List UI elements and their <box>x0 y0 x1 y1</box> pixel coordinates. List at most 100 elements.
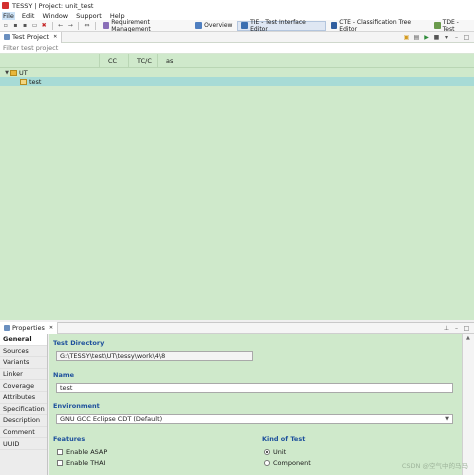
column-as[interactable]: as <box>158 54 187 67</box>
delete-icon[interactable]: ✖ <box>40 22 48 30</box>
cte-icon <box>330 22 338 29</box>
option-label: Component <box>273 459 311 467</box>
environment-select[interactable]: GNU GCC Eclipse CDT (Default) ▼ <box>56 414 453 424</box>
filter-input[interactable] <box>0 43 474 53</box>
menu-window[interactable]: Window <box>41 12 69 20</box>
tab-label: Test Project <box>12 33 50 41</box>
enable-asap-checkbox[interactable] <box>57 449 63 455</box>
toolbar-separator <box>94 21 96 30</box>
link-icon[interactable]: ⇔ <box>83 22 91 30</box>
maximize-icon[interactable]: □ <box>463 325 470 332</box>
properties-tools: ⊥ – □ <box>443 325 474 332</box>
properties-view-header: Properties ✕ ⊥ – □ <box>0 322 474 334</box>
new-folder-icon[interactable]: ▣ <box>403 34 410 41</box>
menu-file[interactable]: File <box>2 11 15 20</box>
sidebar-item-uuid[interactable]: UUID <box>0 438 47 450</box>
toolbar-separator <box>78 21 80 30</box>
perspective-overview[interactable]: Overview <box>192 21 235 31</box>
test-project-icon <box>4 34 10 40</box>
pin-icon[interactable]: ⊥ <box>443 325 450 332</box>
menu-support[interactable]: Support <box>75 12 103 20</box>
column-tcc[interactable]: TC/C <box>129 54 158 67</box>
tree-header: CC TC/C as <box>0 54 474 68</box>
print-icon[interactable]: ▭ <box>31 22 39 30</box>
import-icon[interactable]: ▤ <box>413 34 420 41</box>
features-heading: Features <box>53 435 86 443</box>
close-icon[interactable]: ✕ <box>53 34 57 40</box>
sidebar-item-coverage[interactable]: Coverage <box>0 380 47 392</box>
tree-row-ut[interactable]: ▼ UT <box>0 68 474 77</box>
tessy-app-icon <box>2 2 9 9</box>
tree-item-label: test <box>29 77 42 86</box>
properties-scrollbar[interactable]: ▲ <box>462 334 474 475</box>
perspective-requirement-management[interactable]: Requirement Management <box>100 18 191 33</box>
main-toolbar: ▫ ▪ ▪ ▭ ✖ ← → ⇔ Requirement Management O… <box>0 18 474 33</box>
close-icon[interactable]: ✕ <box>49 325 53 331</box>
properties-sidebar: General Sources Variants Linker Coverage… <box>0 334 48 475</box>
run-icon[interactable]: ▶ <box>423 34 430 41</box>
minimize-icon[interactable]: – <box>453 34 460 41</box>
folder-icon <box>10 69 17 76</box>
perspective-label: TIE - Test Interface Editor <box>250 18 306 33</box>
sidebar-item-description[interactable]: Description <box>0 415 47 427</box>
perspective-tie[interactable]: TIE - Test Interface Editor <box>237 18 326 33</box>
save-icon[interactable]: ▪ <box>12 22 20 30</box>
sidebar-item-specification[interactable]: Specification <box>0 404 47 416</box>
perspective-label: TDE - Test <box>442 18 459 33</box>
properties-panel: General Sources Variants Linker Coverage… <box>0 334 474 475</box>
unit-option[interactable]: Unit <box>264 448 286 456</box>
sidebar-item-sources[interactable]: Sources <box>0 346 47 358</box>
test-directory-field[interactable]: G:\TESSY\test\UT\tessy\work\4\8 <box>56 351 253 361</box>
filter-row <box>0 43 474 54</box>
requirement-icon <box>102 22 110 29</box>
minimize-icon[interactable]: – <box>453 325 460 332</box>
sidebar-item-comment[interactable]: Comment <box>0 427 47 439</box>
column-name <box>0 54 100 67</box>
perspective-label: Requirement Management <box>111 18 151 33</box>
new-icon[interactable]: ▫ <box>2 22 10 30</box>
tab-test-project[interactable]: Test Project ✕ <box>0 31 63 43</box>
test-directory-heading: Test Directory <box>53 339 105 347</box>
enable-thai-option[interactable]: Enable THAI <box>57 459 105 467</box>
sidebar-item-general[interactable]: General <box>0 334 47 346</box>
option-label: Enable THAI <box>66 459 106 467</box>
name-heading: Name <box>53 371 75 379</box>
window-title: TESSY | Project: unit_test <box>12 1 94 10</box>
properties-general-page: Test Directory G:\TESSY\test\UT\tessy\wo… <box>49 334 462 475</box>
option-label: Unit <box>273 448 287 456</box>
save-all-icon[interactable]: ▪ <box>21 22 29 30</box>
test-project-view-header: Test Project ✕ ▣ ▤ ▶ ■ ▾ – □ <box>0 31 474 43</box>
perspective-cte[interactable]: CTE - Classification Tree Editor <box>328 19 429 33</box>
sidebar-item-attributes[interactable]: Attributes <box>0 392 47 404</box>
environment-heading: Environment <box>53 402 100 410</box>
back-icon[interactable]: ← <box>57 22 65 30</box>
overview-icon <box>195 22 203 29</box>
test-project-tree: CC TC/C as ▼ UT test <box>0 54 474 320</box>
kind-of-test-heading: Kind of Test <box>262 435 306 443</box>
unit-radio[interactable] <box>264 449 270 455</box>
enable-asap-option[interactable]: Enable ASAP <box>57 448 107 456</box>
sidebar-item-linker[interactable]: Linker <box>0 369 47 381</box>
window-titlebar: TESSY | Project: unit_test <box>0 0 474 11</box>
forward-icon[interactable]: → <box>67 22 75 30</box>
option-label: Enable ASAP <box>66 448 108 456</box>
perspective-label: Overview <box>204 22 233 29</box>
tree-row-test[interactable]: test <box>0 77 474 86</box>
maximize-icon[interactable]: □ <box>463 34 470 41</box>
perspective-tde[interactable]: TDE - Test <box>431 18 474 33</box>
component-option[interactable]: Component <box>264 459 311 467</box>
tab-properties[interactable]: Properties ✕ <box>0 322 59 334</box>
menu-edit[interactable]: Edit <box>21 12 36 20</box>
scroll-up-icon[interactable]: ▲ <box>466 335 470 341</box>
chevron-down-icon: ▼ <box>445 416 449 422</box>
sidebar-item-variants[interactable]: Variants <box>0 357 47 369</box>
tab-label: Properties <box>12 324 45 332</box>
tie-icon <box>241 22 249 29</box>
component-radio[interactable] <box>264 460 270 466</box>
dropdown-icon[interactable]: ▾ <box>443 34 450 41</box>
name-field[interactable]: test <box>56 383 453 393</box>
column-cc[interactable]: CC <box>100 54 129 67</box>
environment-value: GNU GCC Eclipse CDT (Default) <box>60 415 163 423</box>
enable-thai-checkbox[interactable] <box>57 460 63 466</box>
stop-icon[interactable]: ■ <box>433 34 440 41</box>
